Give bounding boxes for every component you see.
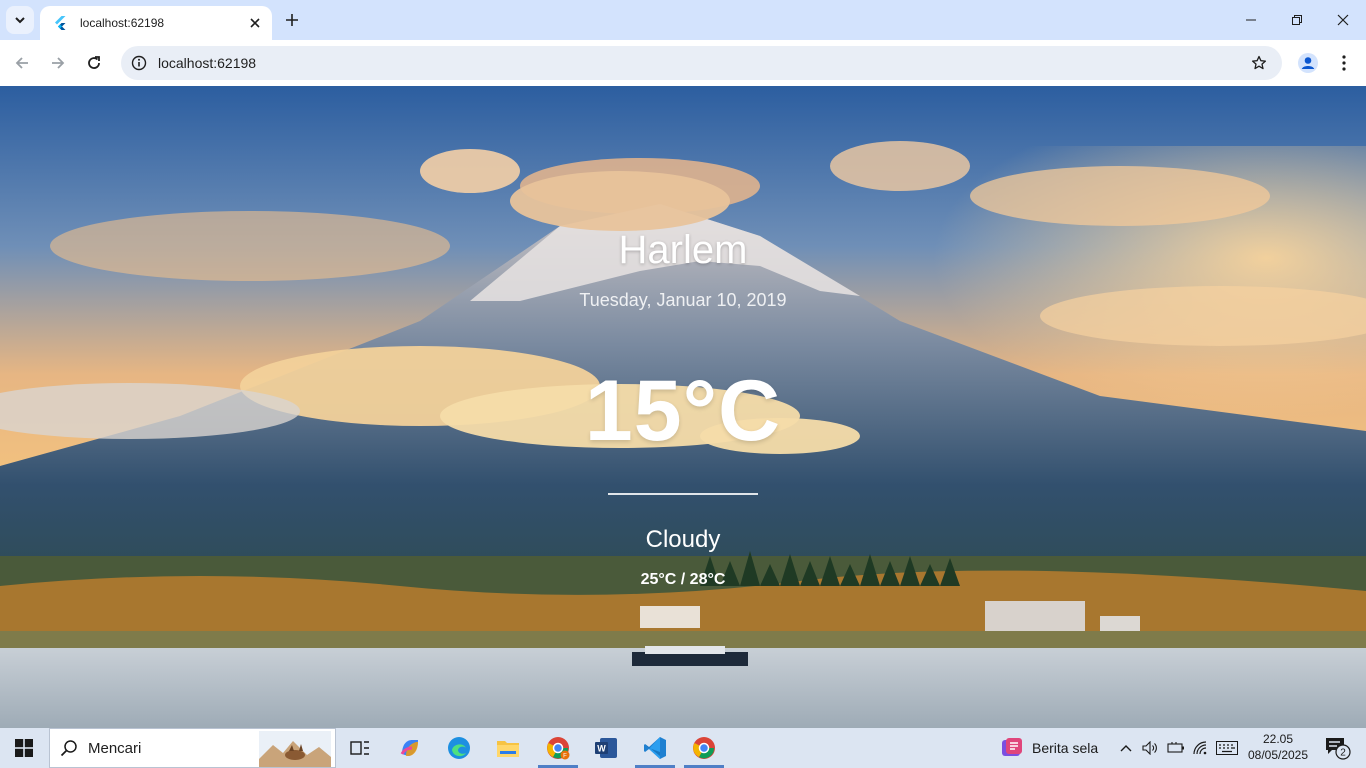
edge-icon: [448, 737, 470, 759]
reload-button[interactable]: [80, 49, 108, 77]
copilot-icon: [400, 740, 418, 756]
chrome-button[interactable]: [681, 728, 727, 768]
avatar-icon: [1298, 53, 1318, 73]
bookmark-star-icon[interactable]: [1242, 46, 1276, 80]
weather-condition: Cloudy: [645, 526, 721, 553]
browser-menu-button[interactable]: [1330, 49, 1358, 77]
minimize-button[interactable]: [1228, 0, 1274, 40]
notification-icon: 2: [1326, 738, 1351, 760]
site-info-icon[interactable]: [122, 46, 156, 80]
news-widget[interactable]: Berita sela: [1000, 728, 1098, 768]
start-button[interactable]: [0, 728, 48, 768]
taskbar-search-box[interactable]: Mencari: [49, 728, 336, 768]
arrow-left-icon: [15, 57, 28, 69]
speaker-icon: [1142, 741, 1157, 755]
search-highlight-image: [259, 731, 331, 767]
task-view-button[interactable]: [337, 728, 383, 768]
wifi-icon: [1193, 741, 1207, 755]
show-hidden-icons-button[interactable]: [1116, 728, 1136, 768]
copilot-button[interactable]: [387, 728, 433, 768]
browser-tab[interactable]: localhost:62198: [40, 6, 272, 40]
reload-icon: [88, 56, 100, 69]
task-view-icon: [350, 741, 369, 755]
file-explorer-button[interactable]: [485, 728, 531, 768]
plus-icon: [286, 14, 298, 26]
folder-icon: [497, 741, 519, 757]
windows-logo-icon: [15, 739, 33, 757]
vscode-button[interactable]: [632, 728, 678, 768]
current-date: Tuesday, Januar 10, 2019: [579, 290, 787, 310]
new-tab-button[interactable]: [280, 8, 304, 32]
chrome-icon: [693, 737, 715, 759]
clock-date: 08/05/2025: [1247, 748, 1309, 762]
search-placeholder: Mencari: [88, 739, 142, 757]
svg-text:F: F: [563, 754, 567, 760]
current-temperature: 15°C: [584, 363, 782, 459]
news-label: Berita sela: [1032, 740, 1099, 756]
battery-plug-icon: [1167, 742, 1184, 753]
taskbar: Mencari F W Berita sela 22.05 08/05/2025…: [0, 728, 1366, 768]
chrome-icon: F: [547, 737, 570, 760]
minimize-icon: [1246, 19, 1256, 21]
profile-button[interactable]: [1294, 49, 1322, 77]
city-name: Harlem: [618, 228, 748, 272]
browser-toolbar: localhost:62198: [0, 40, 1366, 86]
chrome-profile-button[interactable]: F: [535, 728, 581, 768]
word-button[interactable]: W: [583, 728, 629, 768]
volume-button[interactable]: [1138, 728, 1162, 768]
system-clock[interactable]: 22.05 08/05/2025: [1244, 731, 1312, 763]
tab-title: localhost:62198: [80, 16, 165, 30]
divider: [608, 493, 758, 495]
word-icon: W: [595, 738, 617, 758]
page-viewport: Harlem Tuesday, Januar 10, 2019 15°C Clo…: [0, 86, 1366, 728]
battery-button[interactable]: [1164, 728, 1188, 768]
notification-count: 2: [1340, 748, 1346, 759]
keyboard-button[interactable]: [1214, 728, 1240, 768]
tab-search-button[interactable]: [6, 6, 34, 34]
clock-time: 22.05: [1262, 732, 1294, 746]
network-button[interactable]: [1189, 728, 1213, 768]
flutter-icon: [55, 16, 66, 30]
notification-center-button[interactable]: 2: [1318, 728, 1358, 768]
close-icon: [1337, 14, 1349, 26]
url-text[interactable]: localhost:62198: [158, 55, 1242, 71]
restore-button[interactable]: [1274, 0, 1320, 40]
restore-icon: [1292, 15, 1302, 25]
back-button[interactable]: [8, 49, 36, 77]
forward-button[interactable]: [44, 49, 72, 77]
close-window-button[interactable]: [1320, 0, 1366, 40]
search-icon: [50, 739, 88, 757]
arrow-right-icon: [52, 57, 65, 69]
more-vert-icon: [1342, 55, 1346, 71]
edge-button[interactable]: [436, 728, 482, 768]
svg-text:W: W: [597, 744, 606, 754]
chevron-up-icon: [1120, 745, 1132, 752]
news-icon: [1002, 738, 1022, 756]
weather-panel: Harlem Tuesday, Januar 10, 2019 15°C Clo…: [0, 86, 1366, 728]
vscode-icon: [644, 737, 666, 759]
chevron-down-icon: [15, 17, 25, 24]
address-bar[interactable]: localhost:62198: [121, 46, 1282, 80]
tab-close-icon[interactable]: [246, 14, 264, 32]
browser-tab-strip: localhost:62198: [0, 0, 1366, 40]
keyboard-icon: [1216, 741, 1238, 755]
temperature-range: 25°C / 28°C: [640, 571, 726, 588]
